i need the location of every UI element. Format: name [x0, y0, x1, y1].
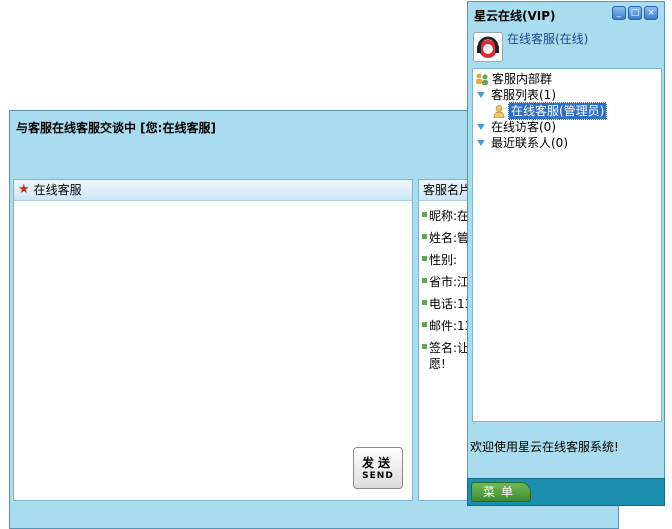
info-text: 姓名:管 — [429, 231, 470, 245]
side-window-title: 星云在线(VIP) — [474, 9, 556, 23]
contact-tree: 客服内部群 客服列表(1) 在线客服(管理员) 在线访客(0) 最近联系人(0) — [472, 68, 662, 422]
send-label-en: SEND — [362, 471, 394, 481]
side-window: 星云在线(VIP) _ □ × 在线客服(在线) 客服内部群 客服列表(1) 在… — [467, 1, 665, 506]
expand-triangle-icon — [477, 140, 485, 146]
menu-button[interactable]: 菜单 — [471, 482, 531, 502]
info-text: 邮件:13 — [429, 319, 473, 333]
bullet-icon — [422, 300, 427, 305]
bullet-icon — [422, 256, 427, 261]
info-text: 签名:让 — [429, 341, 470, 355]
message-panel-title: 在线客服 — [33, 183, 82, 197]
tree-recent-label: 最近联系人(0) — [491, 136, 568, 150]
headset-icon — [477, 36, 499, 58]
user-icon — [493, 104, 505, 118]
tree-group-internal[interactable]: 客服内部群 — [473, 71, 661, 87]
info-card-title: 客服名片 — [423, 183, 472, 197]
info-text: 性别: — [429, 253, 458, 267]
bullet-icon — [422, 212, 427, 217]
expand-triangle-icon — [477, 124, 485, 130]
window-controls: _ □ × — [612, 6, 658, 20]
send-label: 发送 — [361, 456, 394, 470]
close-button[interactable]: × — [644, 6, 658, 20]
message-panel-header: ★ 在线客服 — [14, 180, 412, 201]
tree-recent[interactable]: 最近联系人(0) — [473, 135, 661, 151]
tree-member[interactable]: 在线客服(管理员) — [473, 102, 661, 120]
bullet-icon — [422, 278, 427, 283]
bullet-icon — [422, 344, 427, 349]
maximize-button[interactable]: □ — [628, 6, 642, 20]
chat-title: 与客服在线客服交谈中 [您:在线客服] — [16, 121, 216, 135]
minimize-button[interactable]: _ — [612, 6, 626, 20]
send-button[interactable]: 发送 SEND — [353, 447, 403, 489]
tree-group-label: 客服内部群 — [492, 72, 553, 86]
side-status: 在线客服(在线) — [507, 32, 589, 46]
star-icon: ★ — [18, 182, 30, 197]
info-text: 昵称:在 — [429, 209, 470, 223]
bullet-icon — [422, 234, 427, 239]
info-text: 电话:13 — [429, 297, 473, 311]
avatar[interactable] — [473, 32, 503, 62]
info-text: 省市:江 — [429, 275, 470, 289]
tree-visitors[interactable]: 在线访客(0) — [473, 119, 661, 135]
tree-staff-list[interactable]: 客服列表(1) — [473, 87, 661, 103]
tree-staff-list-label: 客服列表(1) — [491, 88, 556, 102]
tree-member-label: 在线客服(管理员) — [508, 102, 608, 120]
group-icon — [476, 73, 488, 85]
side-bottom-bar: 菜单 — [467, 478, 665, 506]
bullet-icon — [422, 322, 427, 327]
welcome-message: 欢迎使用星云在线客服系统! — [470, 440, 619, 454]
expand-triangle-icon — [477, 92, 485, 98]
tree-visitors-label: 在线访客(0) — [491, 120, 556, 134]
